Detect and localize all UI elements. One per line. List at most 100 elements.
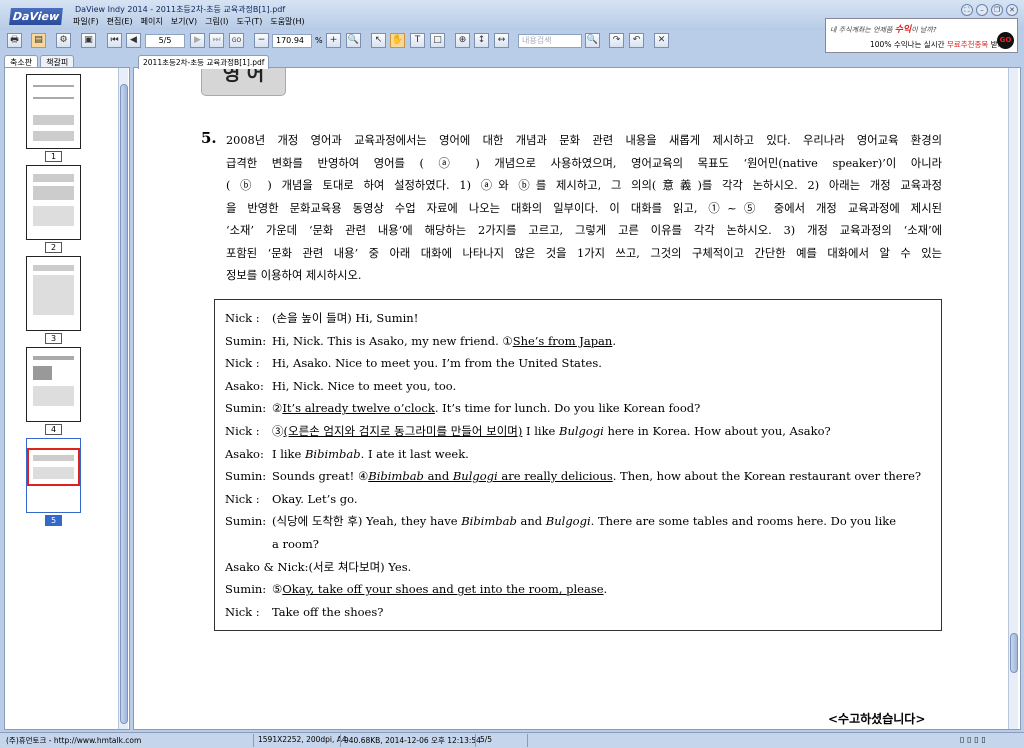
page-input[interactable]: 5/5	[145, 34, 185, 48]
menu-bar: 파일(F) 편집(E) 페이지 보기(V) 그림(I) 도구(T) 도움말(H)	[73, 16, 305, 27]
prev-page-icon[interactable]: ◀	[126, 33, 141, 48]
rotate-left-icon[interactable]: ↶	[629, 33, 644, 48]
dialogue-text: are really delicious	[497, 469, 613, 484]
thumbnail-label[interactable]: 2	[45, 242, 62, 253]
restore-button[interactable]: ❐	[991, 4, 1003, 16]
menu-view[interactable]: 보기(V)	[171, 16, 197, 27]
zoom-input[interactable]: 170.94	[272, 34, 312, 48]
zoom-in-icon[interactable]: +	[326, 33, 341, 48]
dialogue-line: Nick : (손을 높이 들며) Hi, Sumin!	[225, 307, 931, 330]
search-icon[interactable]: 🔍	[585, 33, 600, 48]
thumbnail-page-5[interactable]	[26, 438, 81, 513]
dialogue-text: here in Korea. How about you, Asako?	[603, 423, 831, 438]
dialogue-line: Nick : ③(오른손 엄지와 검지로 동그라미를 만들어 보이며) I lik…	[225, 420, 931, 443]
dialogue-text: Okay, take off your shoes and get into t…	[282, 582, 604, 597]
thumbnail-label[interactable]: 3	[45, 333, 62, 344]
dialogue-text: It’s already twelve o’clock	[282, 401, 435, 416]
dialogue-text: .	[603, 582, 608, 597]
document-view: 영 어 5. 2008년 개정 영어과 교육과정에서는 영어에 대한 개념과 문…	[133, 67, 1021, 730]
ad-text: 이 날까?	[911, 26, 937, 34]
text-select-icon[interactable]: T	[410, 33, 425, 48]
ad-highlight: 무료추천종목	[946, 40, 989, 49]
thumbnail-scrollbar[interactable]	[118, 68, 128, 729]
search-input[interactable]: 내용검색	[518, 34, 582, 48]
daview-logo: DaView	[9, 8, 63, 25]
menu-edit[interactable]: 편집(E)	[107, 16, 133, 27]
dialogue-text: and	[423, 469, 453, 484]
dialogue-text: Bulgogi	[545, 514, 591, 529]
menu-page[interactable]: 페이지	[141, 16, 163, 27]
dialogue-speaker: Nick :	[225, 604, 260, 619]
dialogue-text: Bibimbab	[461, 514, 517, 529]
dialogue-line: Asako: I like Bibimbab. I ate it last wee…	[225, 443, 931, 466]
thumbnail-label[interactable]: 5	[45, 515, 62, 526]
dialogue-text: I like	[522, 423, 559, 438]
fullscreen-icon[interactable]: ⛶	[961, 4, 973, 16]
dialogue-line: Sumin: Hi, Nick. This is Asako, my new fr…	[225, 330, 931, 353]
question-line: 을 반영한 문화교육용 동영상 수업 자료에 나오는 대화의 일부이다. 이 대…	[226, 201, 942, 215]
print-icon[interactable]: 🖶	[7, 33, 22, 48]
dialogue-text: Bibimbab	[368, 469, 424, 484]
dialogue-text: . Then, how about the Korean restaurant …	[612, 469, 922, 484]
dialogue-text: Bulgogi	[452, 469, 498, 484]
status-page-info: 1591X2252, 200dpi, A4	[258, 735, 347, 744]
thumbnail-page-4[interactable]	[26, 347, 81, 422]
dialogue-speaker: Nick :	[225, 356, 260, 371]
rotate-right-icon[interactable]: ↷	[609, 33, 624, 48]
dialogue-text: Sounds great! ④	[272, 469, 369, 484]
menu-file[interactable]: 파일(F)	[73, 16, 99, 27]
zoom-out-icon[interactable]: −	[254, 33, 269, 48]
status-company: (주)휴먼토크 - http://www.hmtalk.com	[6, 736, 142, 745]
zoom-area-icon[interactable]: 🔍	[346, 33, 361, 48]
ad-highlight: 수익	[894, 25, 912, 35]
dialogue-text: Bibimbab	[304, 446, 361, 461]
dialogue-speaker: Asako:	[225, 378, 264, 393]
zoom-unit: %	[315, 36, 323, 45]
question-line: ( ⓑ ) 개념을 토대로 하여 설정하였다. 1) ⓐ와 ⓑ를 제시하고, 그…	[226, 179, 942, 192]
sidebar-toggle-icon[interactable]: ▤	[31, 33, 46, 48]
thumbnail-page-3[interactable]	[26, 256, 81, 331]
thumbnail-label[interactable]: 1	[45, 151, 62, 162]
dialogue-text: (오른손 엄지와 검지로 동그라미를 만들어 보이며)	[283, 423, 523, 438]
closing-text: <수고하셨습니다>	[828, 712, 926, 726]
view-mode-icons[interactable]: ▯▯▯▯	[960, 735, 989, 744]
fit-height-icon[interactable]: ↕	[474, 33, 489, 48]
zoom-fit-icon[interactable]: ⊕	[455, 33, 470, 48]
area-select-icon[interactable]: □	[430, 33, 445, 48]
dialogue-text: Bulgogi	[559, 423, 604, 438]
menu-tools[interactable]: 도구(T)	[236, 16, 262, 27]
first-page-icon[interactable]: ⏮	[107, 33, 122, 48]
document-scrollbar[interactable]	[1008, 68, 1018, 729]
dialogue-speaker: Asako:	[225, 446, 264, 461]
dialogue-line: Nick : Hi, Asako. Nice to meet you. I’m f…	[225, 352, 931, 375]
fullscreen-view-icon[interactable]: ▣	[81, 33, 96, 48]
close-document-icon[interactable]: ✕	[654, 33, 669, 48]
thumbnail-label[interactable]: 4	[45, 424, 62, 435]
settings-icon[interactable]: ⚙	[56, 33, 71, 48]
dialogue-text: ②	[272, 401, 283, 416]
document-tab[interactable]: 2011초등2차-초등 교육과정B[1].pdf	[138, 55, 270, 69]
ad-go-button[interactable]: GO	[997, 32, 1014, 49]
dialogue-text: She’s from Japan	[512, 333, 613, 348]
ad-banner[interactable]: 내 주식계좌는 언제쯤 수익이 날까? 100% 수익나는 실시간 무료추천종목…	[825, 18, 1018, 53]
next-page-icon[interactable]: ▶	[190, 33, 205, 48]
last-page-icon[interactable]: ⏭	[209, 33, 224, 48]
dialogue-speaker: Sumin:	[225, 333, 267, 348]
fit-width-icon[interactable]: ↔	[494, 33, 509, 48]
dialogue-text: ⑤	[272, 582, 283, 597]
thumbnail-page-2[interactable]	[26, 165, 81, 240]
dialogue-line: Asako & Nick: (서로 쳐다보며) Yes.	[225, 556, 931, 579]
close-button[interactable]: ✕	[1006, 4, 1018, 16]
menu-image[interactable]: 그림(I)	[205, 16, 228, 27]
status-file-info: 940.68KB, 2014-12-06 오후 12:13:54	[344, 736, 481, 745]
thumbnail-page-1[interactable]	[26, 74, 81, 149]
minimize-button[interactable]: –	[976, 4, 988, 16]
question-line: 포함된 ‘문화 관련 내용’ 중 아래 대화에 나타나지 않은 것을 1가지 쓰…	[226, 246, 942, 260]
menu-help[interactable]: 도움말(H)	[270, 16, 304, 27]
hand-tool-icon[interactable]: ✋	[390, 33, 405, 48]
dialogue-speaker: Sumin:	[225, 582, 267, 597]
dialogue-text: (식당에 도착한 후) Yeah, they have	[272, 514, 462, 529]
goto-page-icon[interactable]: GO	[229, 33, 244, 48]
dialogue-text: (손을 높이 들며) Hi, Sumin!	[272, 311, 419, 325]
select-cursor-icon[interactable]: ↖	[371, 33, 386, 48]
